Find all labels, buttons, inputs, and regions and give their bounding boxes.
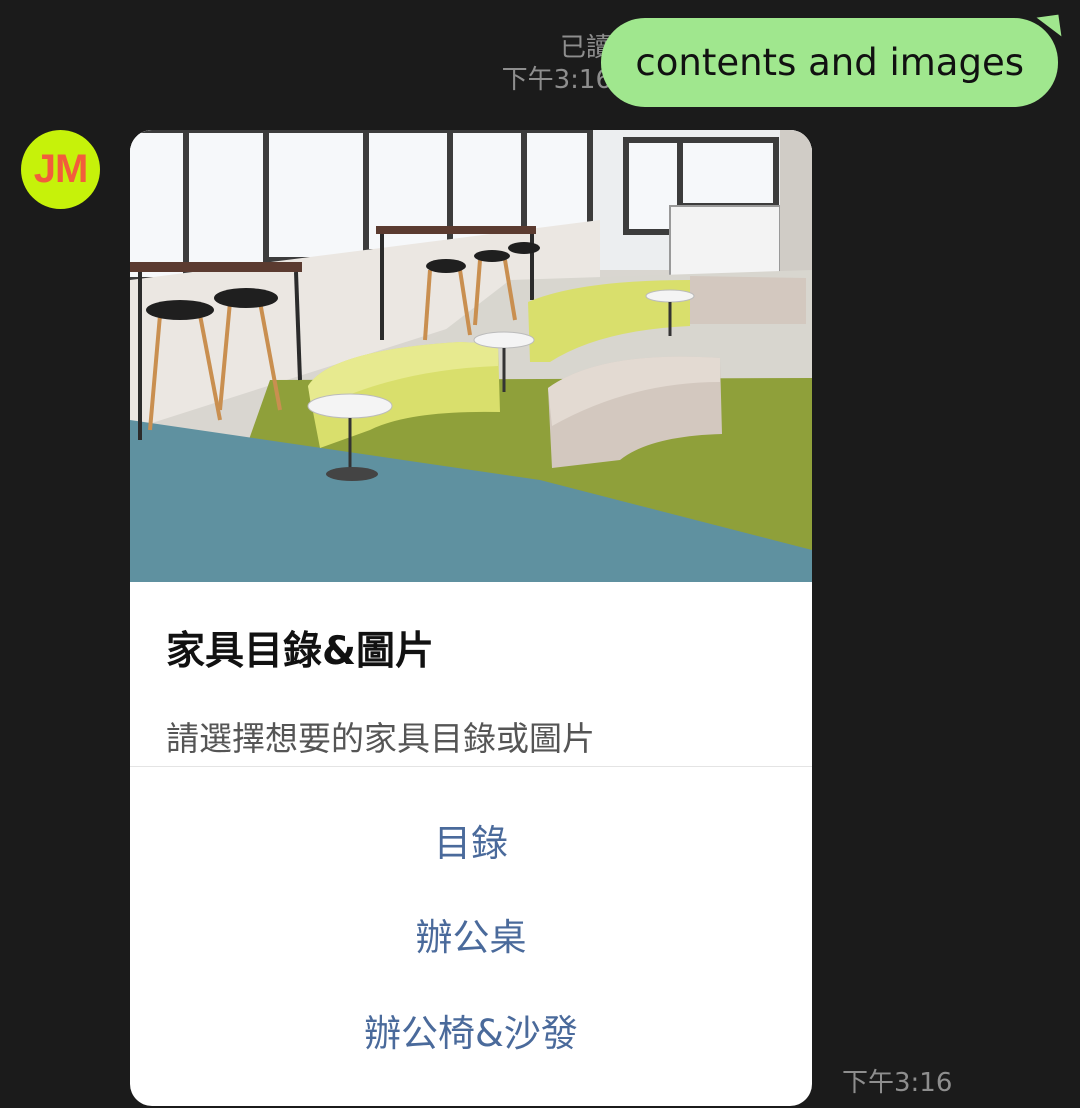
card-divider bbox=[130, 766, 812, 767]
read-status: 已讀 bbox=[559, 33, 612, 63]
card-subtitle: 請選擇想要的家具目錄或圖片 bbox=[166, 719, 595, 758]
action-catalog-button[interactable]: 目錄 bbox=[130, 804, 812, 884]
outgoing-meta: 已讀 下午3:16 bbox=[502, 32, 612, 96]
avatar[interactable]: JM bbox=[21, 130, 100, 209]
card-title: 家具目錄&圖片 bbox=[166, 629, 435, 674]
action-desk-button[interactable]: 辦公桌 bbox=[130, 898, 812, 978]
hero-image-office-lounge[interactable] bbox=[130, 130, 812, 582]
furniture-card: 家具目錄&圖片 請選擇想要的家具目錄或圖片 目錄 辦公桌 辦公椅&沙發 bbox=[130, 130, 812, 1106]
action-chair-sofa-button[interactable]: 辦公椅&沙發 bbox=[130, 994, 812, 1074]
incoming-time: 下午3:16 bbox=[842, 1068, 953, 1098]
avatar-initials: JM bbox=[33, 147, 89, 191]
outgoing-time: 下午3:16 bbox=[501, 65, 612, 95]
chat-room: 已讀 下午3:16 contents and images JM 家具目錄&圖片… bbox=[0, 0, 1080, 1108]
outgoing-message-bubble[interactable]: contents and images bbox=[601, 18, 1058, 107]
